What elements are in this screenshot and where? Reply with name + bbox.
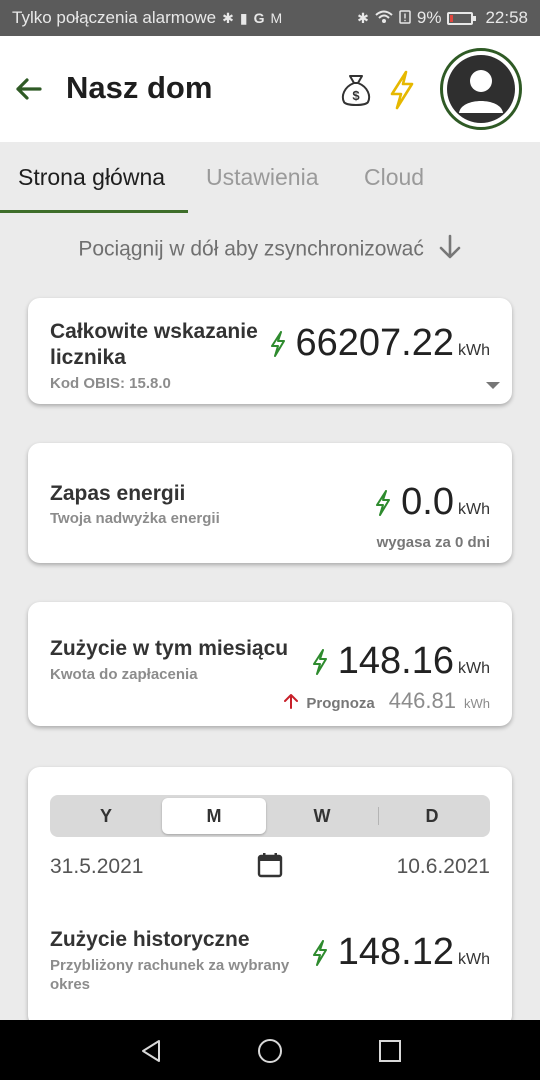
circle-home-icon — [258, 1039, 282, 1063]
arrow-up-icon — [284, 694, 299, 709]
bolt-icon — [312, 939, 327, 966]
status-left: Tylko połączenia alarmowe ✱ ▮ G M — [12, 8, 357, 28]
svg-text:$: $ — [352, 88, 360, 103]
battery-saver-icon: ▮ — [239, 9, 248, 26]
meter-title-line2: licznika — [50, 346, 126, 369]
tab-home[interactable]: Strona główna — [18, 164, 165, 191]
history-subtitle-line2: okres — [50, 976, 91, 993]
month-title: Zużycie w tym miesiącu — [50, 637, 289, 660]
date-to[interactable]: 10.6.2021 — [397, 855, 490, 879]
segment-day[interactable]: D — [380, 798, 484, 834]
arrow-down-icon — [438, 234, 462, 266]
bluetooth-icon: ✱ — [222, 9, 234, 26]
month-subtitle: Kwota do zapłacenia — [50, 666, 198, 683]
avatar-button[interactable] — [440, 48, 522, 130]
reserve-subtitle: Twoja nadwyżka energii — [50, 510, 220, 527]
date-from[interactable]: 31.5.2021 — [50, 855, 143, 879]
bolt-icon — [270, 330, 285, 357]
meter-card[interactable]: Całkowite wskazanie licznika Kod OBIS: 1… — [28, 298, 512, 404]
energy-button[interactable] — [386, 70, 418, 110]
history-card: Y M W D 31.5.2021 10.6.2021 Zużycie hist… — [28, 767, 512, 1027]
forecast-unit: kWh — [464, 696, 490, 711]
expand-caret-icon[interactable] — [486, 382, 500, 389]
triangle-back-icon — [142, 1040, 160, 1062]
calendar-button[interactable] — [256, 851, 284, 879]
nav-back-button[interactable] — [138, 1038, 164, 1064]
meter-value-group: 66207.22 kWh — [270, 322, 490, 365]
status-right: ✱ 9% 22:58 — [357, 8, 528, 28]
reserve-unit: kWh — [458, 501, 490, 518]
history-unit: kWh — [458, 951, 490, 968]
google-icon: G — [253, 10, 265, 26]
square-recents-icon — [379, 1040, 401, 1062]
month-value-group: 148.16 kWh — [312, 640, 490, 683]
money-button[interactable]: $ — [336, 70, 376, 110]
reserve-value-group: 0.0 kWh — [375, 481, 490, 524]
calendar-icon — [257, 853, 283, 878]
month-value: 148.16 — [337, 640, 454, 682]
sync-hint-text: Pociągnij w dół aby zsynchronizować — [78, 237, 424, 261]
active-tab-indicator — [0, 210, 188, 213]
forecast-row: Prognoza 446.81 kWh — [284, 688, 490, 714]
wifi-icon — [375, 10, 393, 27]
tab-cloud[interactable]: Cloud — [364, 164, 424, 191]
nav-recents-button[interactable] — [377, 1038, 403, 1064]
reserve-card[interactable]: Zapas energii Twoja nadwyżka energii 0.0… — [28, 443, 512, 563]
avatar-icon — [447, 55, 515, 123]
reserve-expiry: wygasa za 0 dni — [376, 534, 490, 551]
tab-settings[interactable]: Ustawienia — [206, 164, 319, 191]
tab-bar: Strona główna Ustawienia Cloud — [0, 142, 540, 214]
month-unit: kWh — [458, 660, 490, 677]
segment-month[interactable]: M — [162, 798, 266, 834]
page-title: Nasz dom — [66, 70, 213, 105]
status-bar: Tylko połączenia alarmowe ✱ ▮ G M ✱ 9% 2… — [0, 0, 540, 36]
gmail-icon: M — [270, 10, 283, 26]
segment-divider — [378, 807, 379, 825]
meter-title-line1: Całkowite wskazanie — [50, 320, 258, 343]
month-usage-card[interactable]: Zużycie w tym miesiącu Kwota do zapłacen… — [28, 602, 512, 726]
forecast-value: 446.81 — [388, 688, 456, 713]
period-selector: Y M W D — [50, 795, 490, 837]
bolt-icon — [390, 70, 414, 110]
system-nav-bar — [0, 1020, 540, 1080]
segment-year[interactable]: Y — [54, 798, 158, 834]
history-value: 148.12 — [337, 931, 454, 973]
history-value-group: 148.12 kWh — [312, 931, 490, 974]
battery-percent: 9% — [416, 8, 442, 27]
app-bar: Nasz dom $ — [0, 36, 540, 142]
carrier-text: Tylko połączenia alarmowe — [12, 8, 217, 27]
battery-low-icon — [447, 11, 477, 25]
bolt-icon — [376, 489, 391, 516]
clock: 22:58 — [485, 8, 528, 27]
meter-obis-code: Kod OBIS: 15.8.0 — [50, 375, 171, 392]
sync-hint: Pociągnij w dół aby zsynchronizować — [0, 234, 540, 266]
bolt-icon — [312, 648, 327, 675]
alert-icon — [399, 9, 411, 27]
history-title: Zużycie historyczne — [50, 928, 250, 951]
money-bag-icon: $ — [341, 75, 371, 106]
forecast-label: Prognoza — [306, 695, 375, 712]
back-arrow-icon — [16, 78, 42, 100]
segment-week[interactable]: W — [270, 798, 374, 834]
meter-value: 66207.22 — [295, 322, 455, 364]
history-subtitle-line1: Przybliżony rachunek za wybrany — [50, 957, 290, 974]
reserve-title: Zapas energii — [50, 482, 186, 505]
meter-unit: kWh — [458, 342, 490, 359]
bluetooth-icon: ✱ — [357, 9, 369, 26]
back-button[interactable] — [10, 70, 48, 108]
nav-home-button[interactable] — [257, 1038, 283, 1064]
reserve-value: 0.0 — [401, 481, 454, 523]
